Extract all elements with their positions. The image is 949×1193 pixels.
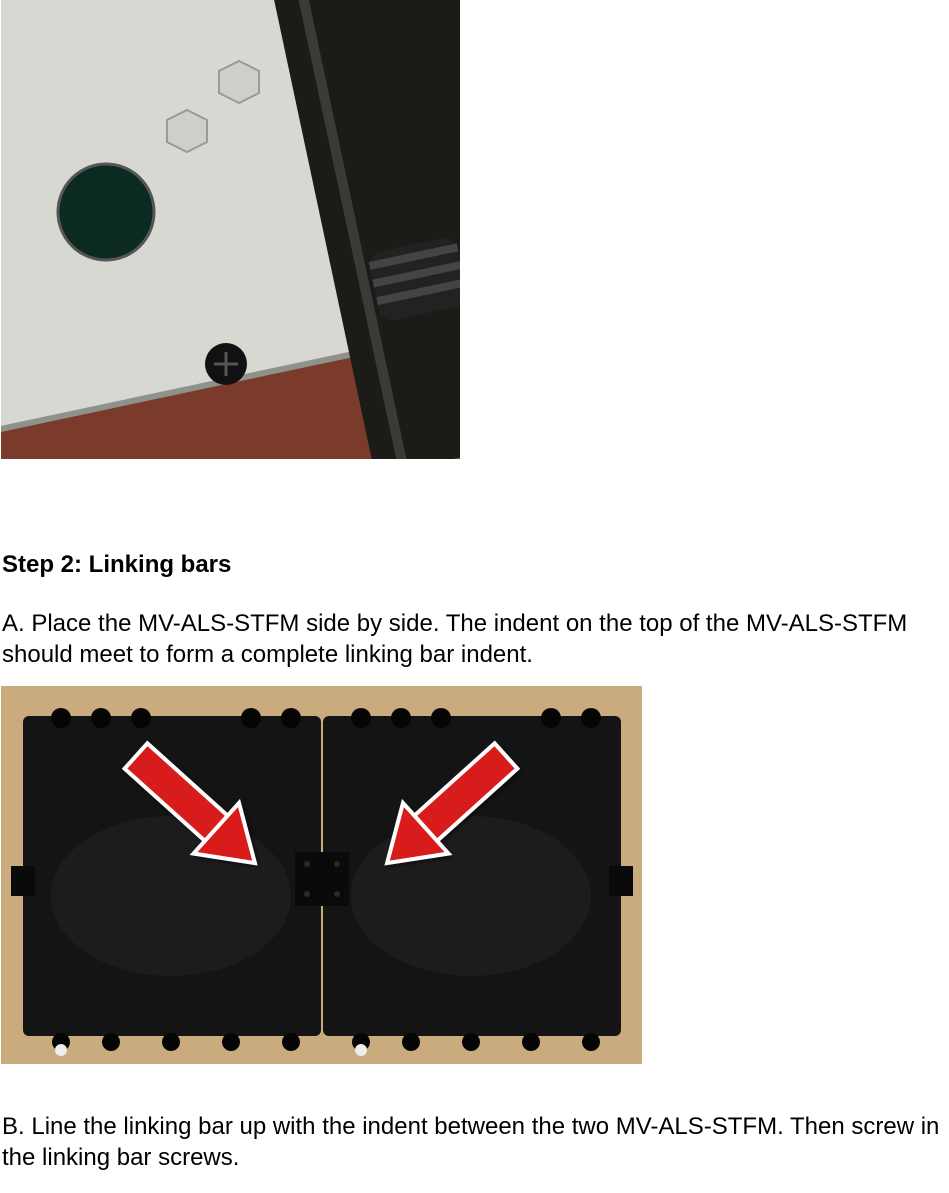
step-title: Step 2: Linking bars	[2, 551, 949, 579]
paragraph-b: B. Line the linking bar up with the inde…	[2, 1112, 945, 1173]
figure-step2-top-view	[1, 686, 642, 1064]
figure-step1-closeup-svg	[1, 0, 460, 459]
figure-step2-top-view-svg	[1, 686, 642, 1064]
paragraph-a: A. Place the MV-ALS-STFM side by side. T…	[2, 609, 945, 670]
document-page: Step 2: Linking bars A. Place the MV-ALS…	[0, 0, 949, 1174]
figure-step1-closeup	[1, 0, 460, 459]
